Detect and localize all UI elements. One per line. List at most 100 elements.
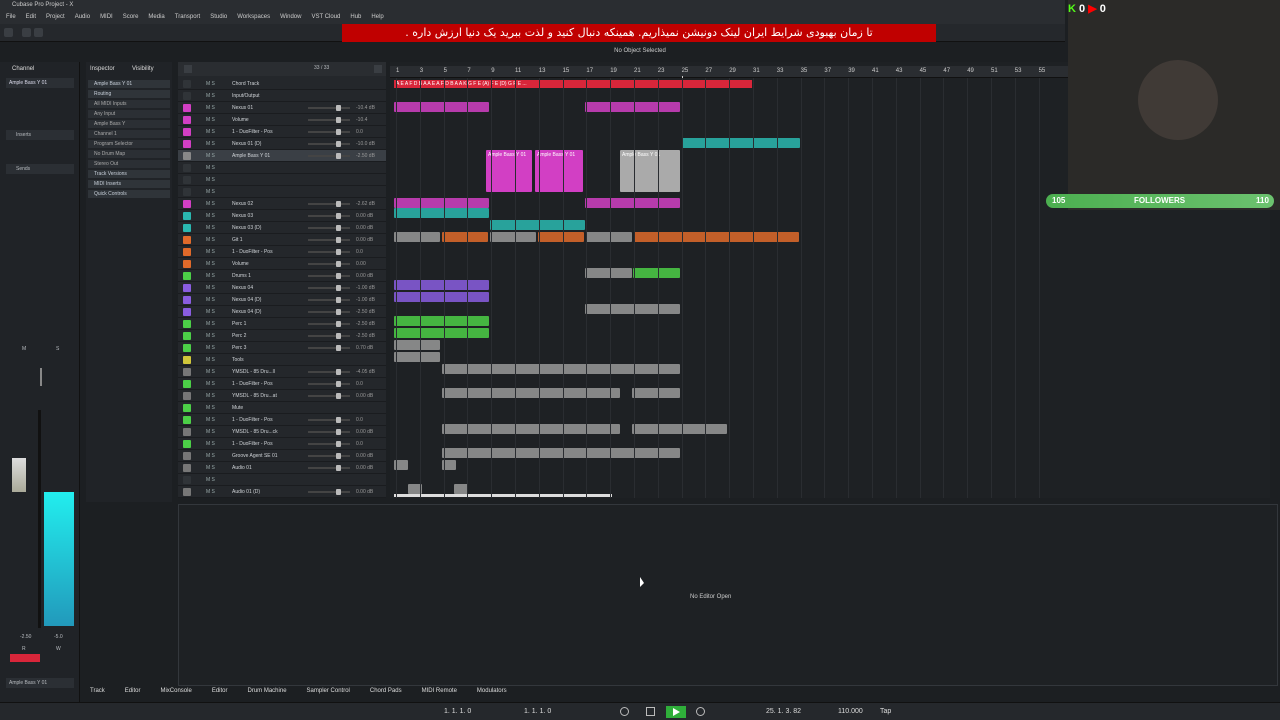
track-name[interactable]: Nexus 03: [232, 210, 253, 222]
track-volume-slider[interactable]: [308, 369, 350, 375]
track-row[interactable]: M S Audio 01 0.00 dB: [178, 462, 386, 474]
lower-tab-sampler-control[interactable]: Sampler Control: [307, 688, 350, 698]
track-mute-solo[interactable]: M S: [206, 270, 215, 282]
event-clip[interactable]: [633, 268, 680, 278]
track-volume-slider[interactable]: [308, 417, 350, 423]
menu-item-midi[interactable]: MIDI: [100, 14, 113, 20]
track-mute-solo[interactable]: M S: [206, 354, 215, 366]
event-clip[interactable]: [442, 388, 620, 398]
tempo-display[interactable]: 110.000: [838, 708, 863, 715]
track-row[interactable]: M S Perc 1 -2.50 dB: [178, 318, 386, 330]
event-clip[interactable]: [454, 484, 468, 494]
track-row[interactable]: M S Nexus 04 (D) -1.00 dB: [178, 294, 386, 306]
menu-item-help[interactable]: Help: [371, 14, 383, 20]
track-mute-solo[interactable]: M S: [206, 366, 215, 378]
track-volume-slider[interactable]: [308, 273, 350, 279]
track-row[interactable]: M S Perc 2 -2.50 dB: [178, 330, 386, 342]
menu-item-score[interactable]: Score: [123, 14, 139, 20]
tab-channel[interactable]: Channel: [12, 66, 34, 72]
event-clip[interactable]: [394, 280, 489, 290]
track-name[interactable]: YMSDL - 85 Dru...at: [232, 390, 277, 402]
inspector-row[interactable]: Track Versions: [88, 170, 170, 178]
track-row[interactable]: M S Nexus 03 (D) 0.00 dB: [178, 222, 386, 234]
track-volume-slider[interactable]: [308, 345, 350, 351]
track-volume-slider[interactable]: [308, 465, 350, 471]
track-name[interactable]: Chord Track: [232, 78, 259, 90]
track-mute-solo[interactable]: M S: [206, 138, 215, 150]
inspector-track-name[interactable]: Ample Bass Y 01: [88, 80, 170, 88]
track-volume-slider[interactable]: [308, 105, 350, 111]
track-mute-solo[interactable]: M S: [206, 462, 215, 474]
track-volume-slider[interactable]: [308, 309, 350, 315]
track-row[interactable]: M S Tools: [178, 354, 386, 366]
inspector-row[interactable]: Stereo Out: [88, 160, 170, 168]
event-clip[interactable]: [490, 232, 536, 242]
menu-item-transport[interactable]: Transport: [175, 14, 200, 20]
inspector-row[interactable]: Program Selector: [88, 140, 170, 148]
track-volume-slider[interactable]: [308, 153, 350, 159]
solo-button[interactable]: S: [56, 346, 59, 352]
track-row[interactable]: M S Volume 0.00: [178, 258, 386, 270]
track-volume-slider[interactable]: [308, 393, 350, 399]
inspector-row[interactable]: Any Input: [88, 110, 170, 118]
track-volume-slider[interactable]: [308, 201, 350, 207]
inserts-section[interactable]: Inserts: [6, 130, 74, 140]
track-volume-slider[interactable]: [308, 141, 350, 147]
track-row[interactable]: M S: [178, 162, 386, 174]
time-display[interactable]: 25. 1. 3. 82: [766, 708, 801, 715]
event-clip[interactable]: [394, 352, 440, 362]
track-name[interactable]: Nexus 04: [232, 282, 253, 294]
menu-item-edit[interactable]: Edit: [26, 14, 36, 20]
track-volume-slider[interactable]: [308, 297, 350, 303]
volume-fader-handle[interactable]: [12, 458, 26, 492]
track-volume-slider[interactable]: [308, 249, 350, 255]
track-row[interactable]: M S: [178, 474, 386, 486]
chord-track-clip[interactable]: A E A F D B A A E A F D B A A K G F E (A…: [394, 80, 752, 88]
menu-item-window[interactable]: Window: [280, 14, 301, 20]
track-volume-slider[interactable]: [308, 489, 350, 495]
track-name[interactable]: Mute: [232, 402, 243, 414]
track-name[interactable]: 1 - DuoFilter - Pos: [232, 414, 273, 426]
track-mute-solo[interactable]: M S: [206, 258, 215, 270]
track-mute-solo[interactable]: M S: [206, 210, 215, 222]
track-volume-slider[interactable]: [308, 381, 350, 387]
track-row[interactable]: M S 1 - DuoFilter - Pos 0.0: [178, 126, 386, 138]
track-mute-solo[interactable]: M S: [206, 282, 215, 294]
event-clip[interactable]: [682, 138, 800, 148]
inspector-row[interactable]: Quick Controls: [88, 190, 170, 198]
lower-tab-midi-remote[interactable]: MIDI Remote: [422, 688, 457, 698]
activate-project-button[interactable]: [4, 28, 13, 37]
event-clip[interactable]: [585, 198, 680, 208]
track-mute-solo[interactable]: M S: [206, 390, 215, 402]
track-name[interactable]: Nexus 03 (D): [232, 222, 261, 234]
event-clip[interactable]: [585, 268, 632, 278]
track-row[interactable]: M S YMSDL - 85 Dru...ck 0.00 dB: [178, 426, 386, 438]
menu-item-vst-cloud[interactable]: VST Cloud: [311, 14, 340, 20]
lower-tab-drum-machine[interactable]: Drum Machine: [248, 688, 287, 698]
inspector-row[interactable]: No Drum Map: [88, 150, 170, 158]
track-volume-slider[interactable]: [308, 261, 350, 267]
track-mute-solo[interactable]: M S: [206, 294, 215, 306]
track-mute-solo[interactable]: M S: [206, 426, 215, 438]
track-mute-solo[interactable]: M S: [206, 246, 215, 258]
track-row[interactable]: M S Git 1 0.00 dB: [178, 234, 386, 246]
track-row[interactable]: M S Nexus 01 -10.4 dB: [178, 102, 386, 114]
track-name[interactable]: Volume: [232, 258, 249, 270]
cycle-icon[interactable]: [620, 707, 629, 716]
track-name[interactable]: Perc 3: [232, 342, 246, 354]
track-name[interactable]: YMSDL - 85 Dru...ck: [232, 426, 278, 438]
event-clip[interactable]: [394, 292, 489, 302]
horizontal-scrollbar[interactable]: [394, 494, 612, 497]
track-row[interactable]: M S Ample Bass Y 01 -2.50 dB: [178, 150, 386, 162]
track-volume-slider[interactable]: [308, 333, 350, 339]
event-clip[interactable]: [394, 198, 489, 208]
menu-item-file[interactable]: File: [6, 14, 16, 20]
track-volume-slider[interactable]: [308, 285, 350, 291]
track-name[interactable]: Nexus 01: [232, 102, 253, 114]
track-row[interactable]: M S Perc 3 0.70 dB: [178, 342, 386, 354]
event-clip[interactable]: [585, 304, 680, 314]
lower-tab-editor[interactable]: Editor: [125, 688, 141, 698]
search-icon[interactable]: [374, 65, 382, 73]
event-clip[interactable]: [442, 364, 680, 374]
track-volume-slider[interactable]: [308, 429, 350, 435]
